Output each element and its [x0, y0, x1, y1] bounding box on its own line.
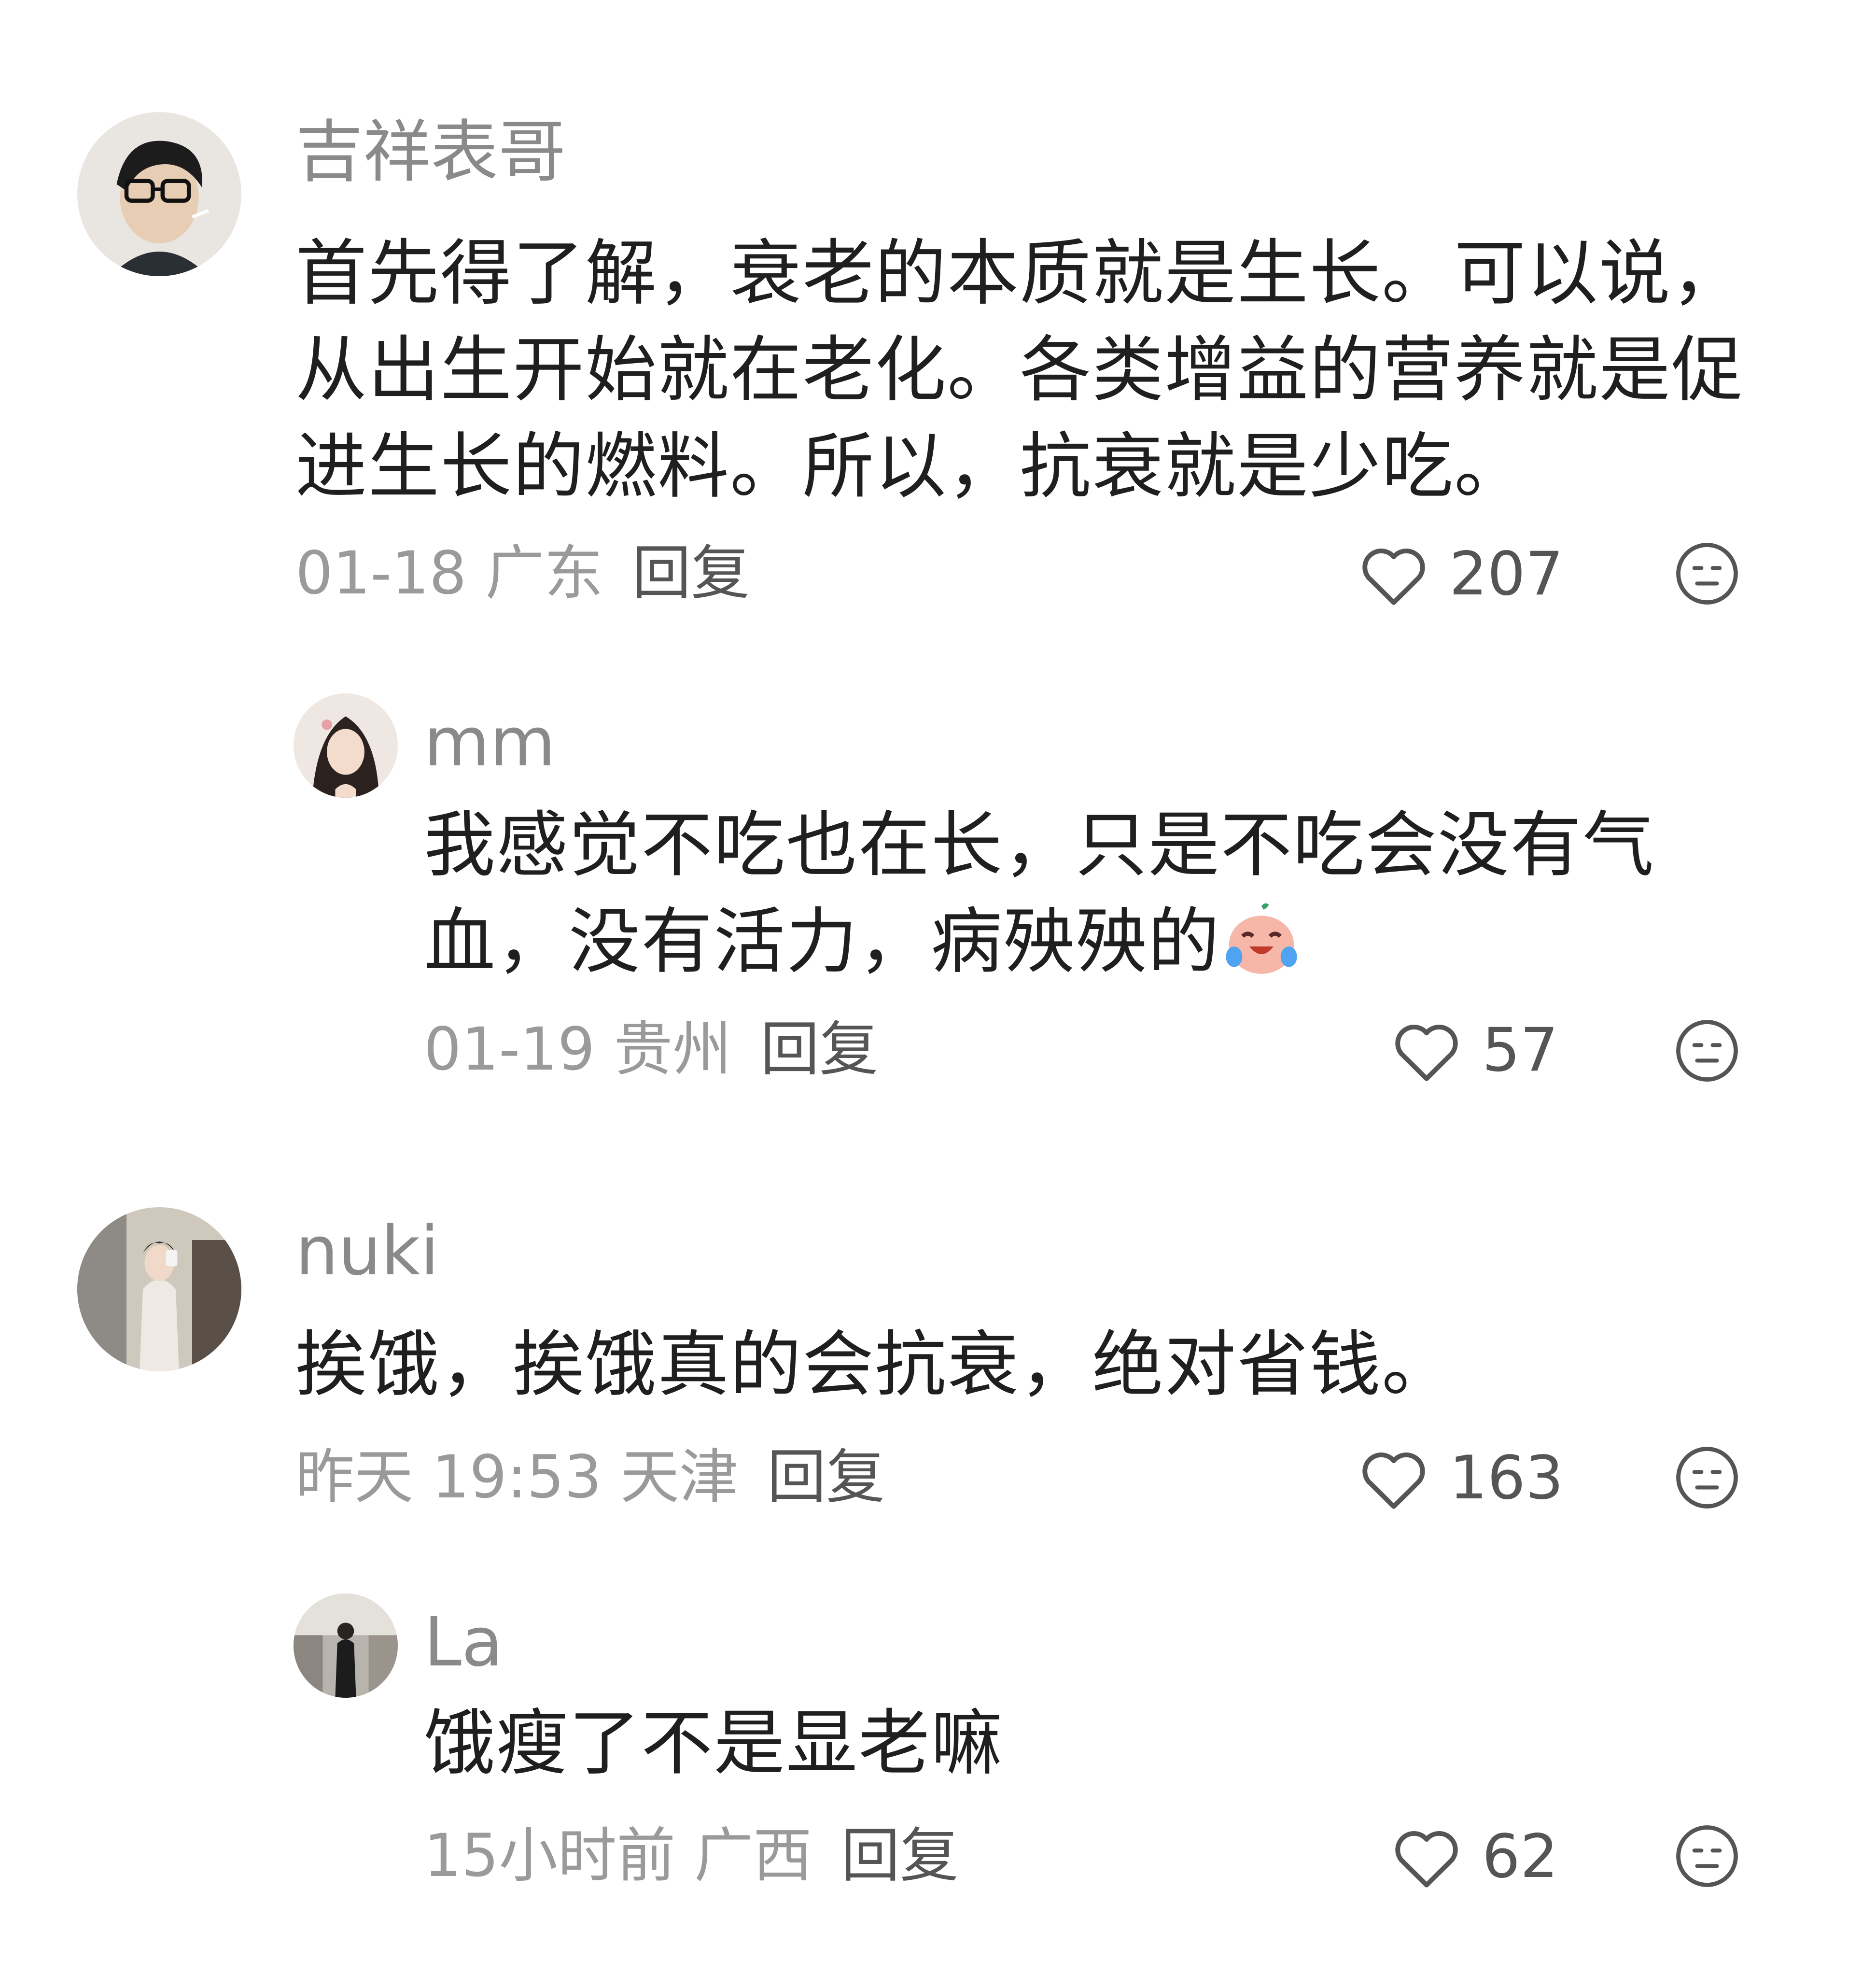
date-location: 01-19 贵州: [424, 1015, 732, 1084]
username[interactable]: nuki: [295, 1218, 439, 1285]
date-location: 15小时前 广西: [424, 1821, 812, 1890]
avatar[interactable]: [294, 693, 398, 798]
date-location: 昨天 19:53 天津: [295, 1443, 739, 1511]
reply-button[interactable]: 回复: [767, 1443, 885, 1511]
like-button[interactable]: 207: [1358, 538, 1564, 610]
comment-meta: 01-19 贵州 回复: [424, 1020, 878, 1079]
reply-button[interactable]: 回复: [841, 1821, 959, 1890]
heart-outline-icon: [1358, 1445, 1430, 1511]
like-count: 57: [1482, 1015, 1558, 1085]
avatar[interactable]: [77, 112, 241, 276]
comment-text: 饿瘦了不是显老嘛: [424, 1702, 1003, 1785]
meh-face-icon[interactable]: [1673, 1017, 1741, 1085]
avatar[interactable]: [294, 1593, 398, 1698]
like-count: 207: [1449, 539, 1564, 609]
comment-text-content: 我感觉不吃也在长，只是不吃会没有气血，没有活力，病殃殃的: [424, 804, 1655, 983]
like-button[interactable]: 57: [1390, 1014, 1558, 1086]
comment-meta: 15小时前 广西 回复: [424, 1826, 959, 1885]
username[interactable]: mm: [424, 709, 556, 776]
avatar-image: [294, 1593, 398, 1698]
comment-text: 我感觉不吃也在长，只是不吃会没有气血，没有活力，病殃殃的: [424, 797, 1727, 990]
heart-outline-icon: [1358, 541, 1430, 607]
like-count: 62: [1482, 1822, 1558, 1891]
comment-meta: 昨天 19:53 天津 回复: [295, 1448, 885, 1507]
avatar-image: [77, 1207, 241, 1371]
avatar-image: [294, 693, 398, 798]
comment-text: 首先得了解，衰老的本质就是生长。可以说，从出生开始就在老化。各类增益的营养就是促…: [295, 232, 1744, 508]
reply-button[interactable]: 回复: [760, 1015, 878, 1084]
meh-face-icon[interactable]: [1673, 1822, 1741, 1890]
crying-laughing-emoji-icon: [1220, 899, 1302, 981]
heart-outline-icon: [1390, 1017, 1463, 1083]
like-count: 163: [1449, 1443, 1564, 1513]
username[interactable]: 吉祥表哥: [295, 119, 566, 186]
date-location: 01-18 广东: [295, 539, 603, 607]
comment-text: 挨饿，挨饿真的会抗衰，绝对省钱。: [295, 1323, 1454, 1406]
comment-meta: 01-18 广东 回复: [295, 544, 750, 603]
username[interactable]: La: [424, 1609, 503, 1677]
heart-outline-icon: [1390, 1824, 1463, 1889]
reply-button[interactable]: 回复: [632, 539, 750, 607]
like-button[interactable]: 62: [1390, 1820, 1558, 1893]
meh-face-icon[interactable]: [1673, 1444, 1741, 1511]
avatar-image: [77, 112, 241, 276]
like-button[interactable]: 163: [1358, 1442, 1564, 1514]
avatar[interactable]: [77, 1207, 241, 1371]
meh-face-icon[interactable]: [1673, 540, 1741, 607]
